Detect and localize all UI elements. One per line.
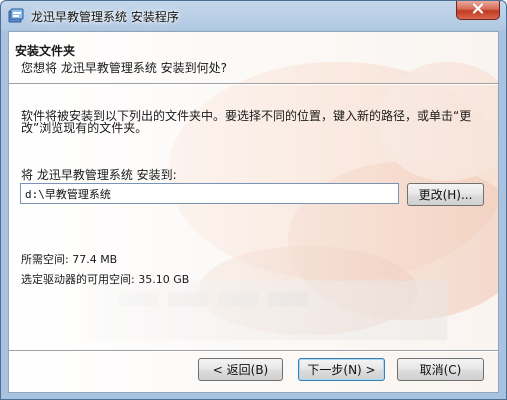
back-button[interactable]: < 返回(B)	[198, 358, 283, 381]
footer-divider	[9, 350, 498, 352]
close-icon	[472, 3, 484, 17]
header-divider	[9, 83, 498, 85]
close-button[interactable]	[456, 1, 500, 20]
installer-window: 龙迅早教管理系统 安装程序 安装文件夹 您想将 龙迅早教管理系统 安装到何处? …	[0, 0, 507, 400]
dialog-content: 安装文件夹 您想将 龙迅早教管理系统 安装到何处? 软件将被安装到以下列出的文件…	[8, 31, 499, 393]
page-subtitle: 您想将 龙迅早教管理系统 安装到何处?	[21, 61, 227, 75]
title-bar[interactable]: 龙迅早教管理系统 安装程序	[1, 1, 506, 31]
cancel-button[interactable]: 取消(C)	[397, 358, 484, 381]
install-location-label: 将 龙迅早教管理系统 安装到:	[21, 168, 177, 182]
page-title: 安装文件夹	[15, 44, 76, 58]
installer-app-icon	[8, 8, 24, 24]
change-button[interactable]: 更改(H)...	[407, 183, 484, 206]
space-required-text: 所需空间: 77.4 MB	[21, 253, 118, 266]
install-path-input[interactable]	[20, 183, 399, 204]
background-artwork	[9, 32, 498, 392]
window-title: 龙迅早教管理系统 安装程序	[31, 10, 179, 24]
description-text: 软件将被安装到以下列出的文件夹中。要选择不同的位置，键入新的路径，或单击“更改”…	[21, 109, 472, 135]
space-available-text: 选定驱动器的可用空间: 35.10 GB	[21, 273, 190, 286]
next-button[interactable]: 下一步(N) >	[298, 358, 385, 381]
